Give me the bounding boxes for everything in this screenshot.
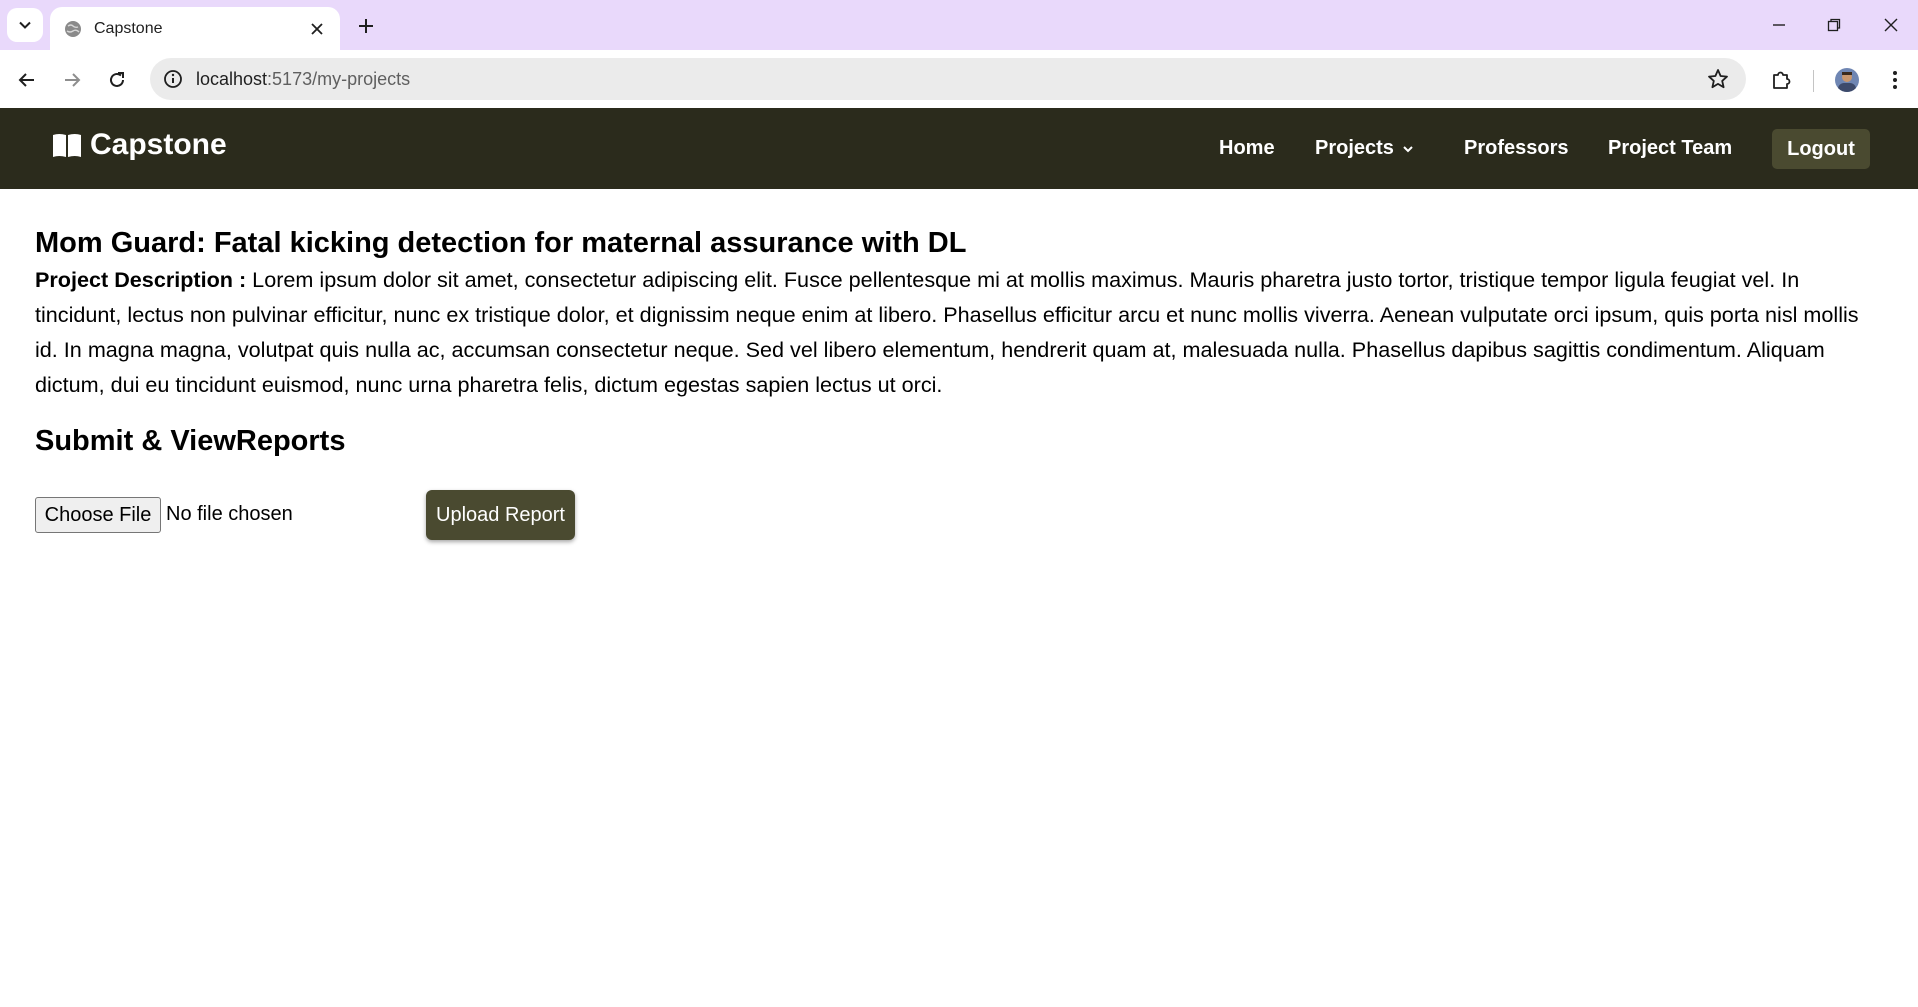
toolbar-divider <box>1813 70 1814 92</box>
project-description-label: Project Description : <box>35 267 247 292</box>
close-window-button[interactable] <box>1868 8 1914 42</box>
reports-heading: Submit & ViewReports <box>35 425 346 457</box>
book-open-icon <box>53 134 81 157</box>
chevron-down-icon <box>19 21 31 29</box>
nav-home[interactable]: Home <box>1219 137 1275 160</box>
logout-button[interactable]: Logout <box>1772 129 1870 169</box>
report-upload-form: Choose File No file chosen Upload Report <box>35 490 1885 542</box>
nav-professors[interactable]: Professors <box>1464 137 1569 160</box>
arrow-left-icon <box>18 73 34 87</box>
globe-icon <box>65 20 81 37</box>
back-button[interactable] <box>11 64 43 96</box>
file-status-text: No file chosen <box>166 503 293 525</box>
close-icon[interactable] <box>306 18 328 40</box>
new-tab-button[interactable] <box>352 12 380 40</box>
kebab-menu-icon <box>1893 71 1897 89</box>
avatar <box>1835 68 1859 92</box>
tab-title: Capstone <box>94 19 163 37</box>
brand-link[interactable]: Capstone <box>52 128 227 162</box>
nav-project-team[interactable]: Project Team <box>1608 137 1732 160</box>
chevron-down-icon <box>1403 145 1413 152</box>
reload-button[interactable] <box>101 64 133 96</box>
nav-projects-dropdown[interactable]: Projects <box>1315 137 1414 160</box>
arrow-right-icon <box>65 73 81 87</box>
minimize-button[interactable] <box>1756 8 1802 42</box>
close-icon <box>1884 18 1898 32</box>
extensions-button[interactable] <box>1765 64 1797 96</box>
profile-avatar-button[interactable] <box>1831 64 1863 96</box>
browser-menu-button[interactable] <box>1879 64 1911 96</box>
project-description: Project Description : Lorem ipsum dolor … <box>35 262 1885 402</box>
project-description-text: Lorem ipsum dolor sit amet, consectetur … <box>35 267 1859 397</box>
reload-icon <box>110 72 124 87</box>
choose-file-button[interactable]: Choose File <box>35 497 161 533</box>
app-navbar: Capstone Home Projects Professors Projec… <box>0 108 1918 189</box>
site-info-icon[interactable] <box>162 68 184 90</box>
bookmark-star-icon[interactable] <box>1706 67 1730 91</box>
address-bar[interactable]: localhost:5173/my-projects <box>150 58 1746 100</box>
browser-toolbar: localhost:5173/my-projects <box>0 50 1918 108</box>
plus-icon <box>359 19 373 33</box>
project-title: Mom Guard: Fatal kicking detection for m… <box>35 227 967 259</box>
address-path: :5173/my-projects <box>267 68 411 89</box>
restore-icon <box>1827 18 1841 32</box>
browser-tab-active[interactable]: Capstone <box>50 7 340 50</box>
upload-report-button[interactable]: Upload Report <box>426 490 575 540</box>
forward-button[interactable] <box>56 64 88 96</box>
main-content: Mom Guard: Fatal kicking detection for m… <box>35 224 1885 542</box>
browser-tabstrip: Capstone <box>0 0 1918 50</box>
nav-projects-label: Projects <box>1315 137 1394 159</box>
restore-button[interactable] <box>1811 8 1857 42</box>
puzzle-icon <box>1773 71 1791 89</box>
address-url[interactable]: localhost:5173/my-projects <box>196 69 1706 90</box>
brand-name: Capstone <box>90 128 227 161</box>
minimize-icon <box>1773 24 1785 26</box>
address-host: localhost <box>196 68 268 89</box>
tab-search-button[interactable] <box>7 8 43 42</box>
